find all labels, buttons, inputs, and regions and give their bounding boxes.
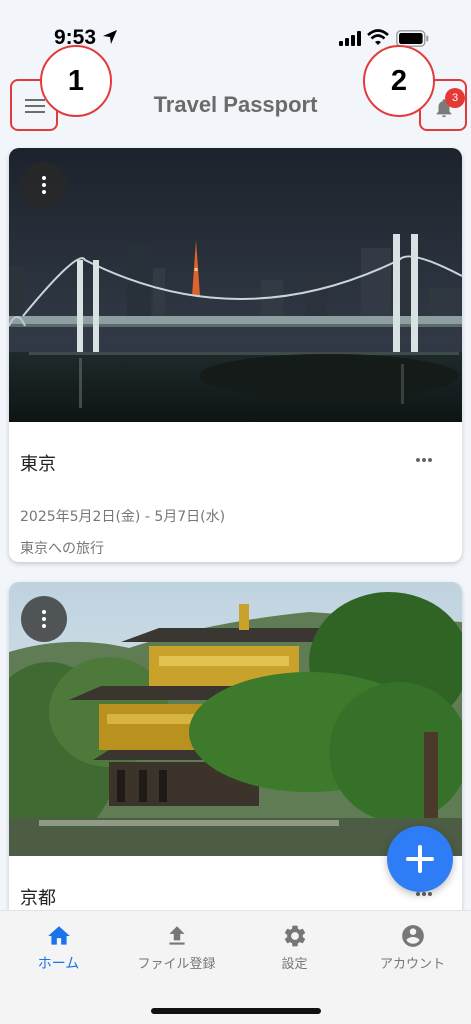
nav-settings[interactable]: 設定 [236, 919, 353, 989]
notification-badge: 3 [445, 88, 465, 108]
wifi-icon [367, 29, 389, 45]
account-icon [401, 925, 424, 947]
nav-file-upload-label: ファイル登録 [137, 957, 216, 972]
nav-account-label: アカウント [379, 957, 445, 972]
trip-image-night-city [9, 148, 462, 422]
nav-file-upload[interactable]: ファイル登録 [118, 919, 235, 989]
bottom-navigation: ホーム ファイル登録 設定 アカウント [0, 910, 471, 1024]
callout-marker-1: 1 [40, 45, 112, 117]
add-trip-button[interactable] [387, 826, 453, 892]
nav-home-label: ホーム [37, 956, 80, 972]
image-more-button[interactable] [21, 596, 67, 642]
trip-description: 東京への旅行 [20, 541, 104, 557]
upload-icon [168, 926, 185, 945]
trip-image-golden-pavilion [9, 582, 462, 856]
trip-dates: 2025年5月2日(金) - 5月7日(水) [20, 509, 226, 525]
trip-options-button[interactable] [409, 448, 439, 472]
trip-card[interactable]: 東京 2025年5月2日(金) - 5月7日(水) 東京への旅行 [9, 148, 462, 562]
trip-title: 京都 [20, 888, 56, 909]
trip-card-body: 東京 2025年5月2日(金) - 5月7日(水) 東京への旅行 [9, 422, 462, 562]
trip-list: 東京 2025年5月2日(金) - 5月7日(水) 東京への旅行 京都 [0, 146, 471, 910]
home-indicator [151, 1008, 321, 1014]
trip-title: 東京 [20, 454, 56, 475]
home-icon [47, 926, 70, 945]
signal-icon [339, 31, 361, 46]
app-header: Travel Passport 3 1 2 [0, 45, 471, 146]
image-more-button[interactable] [21, 162, 67, 208]
callout-marker-2: 2 [363, 45, 435, 117]
nav-settings-label: 設定 [281, 957, 308, 972]
gear-icon [284, 925, 305, 947]
nav-home[interactable]: ホーム [0, 919, 117, 989]
nav-account[interactable]: アカウント [354, 919, 471, 989]
location-arrow-icon [103, 30, 117, 44]
